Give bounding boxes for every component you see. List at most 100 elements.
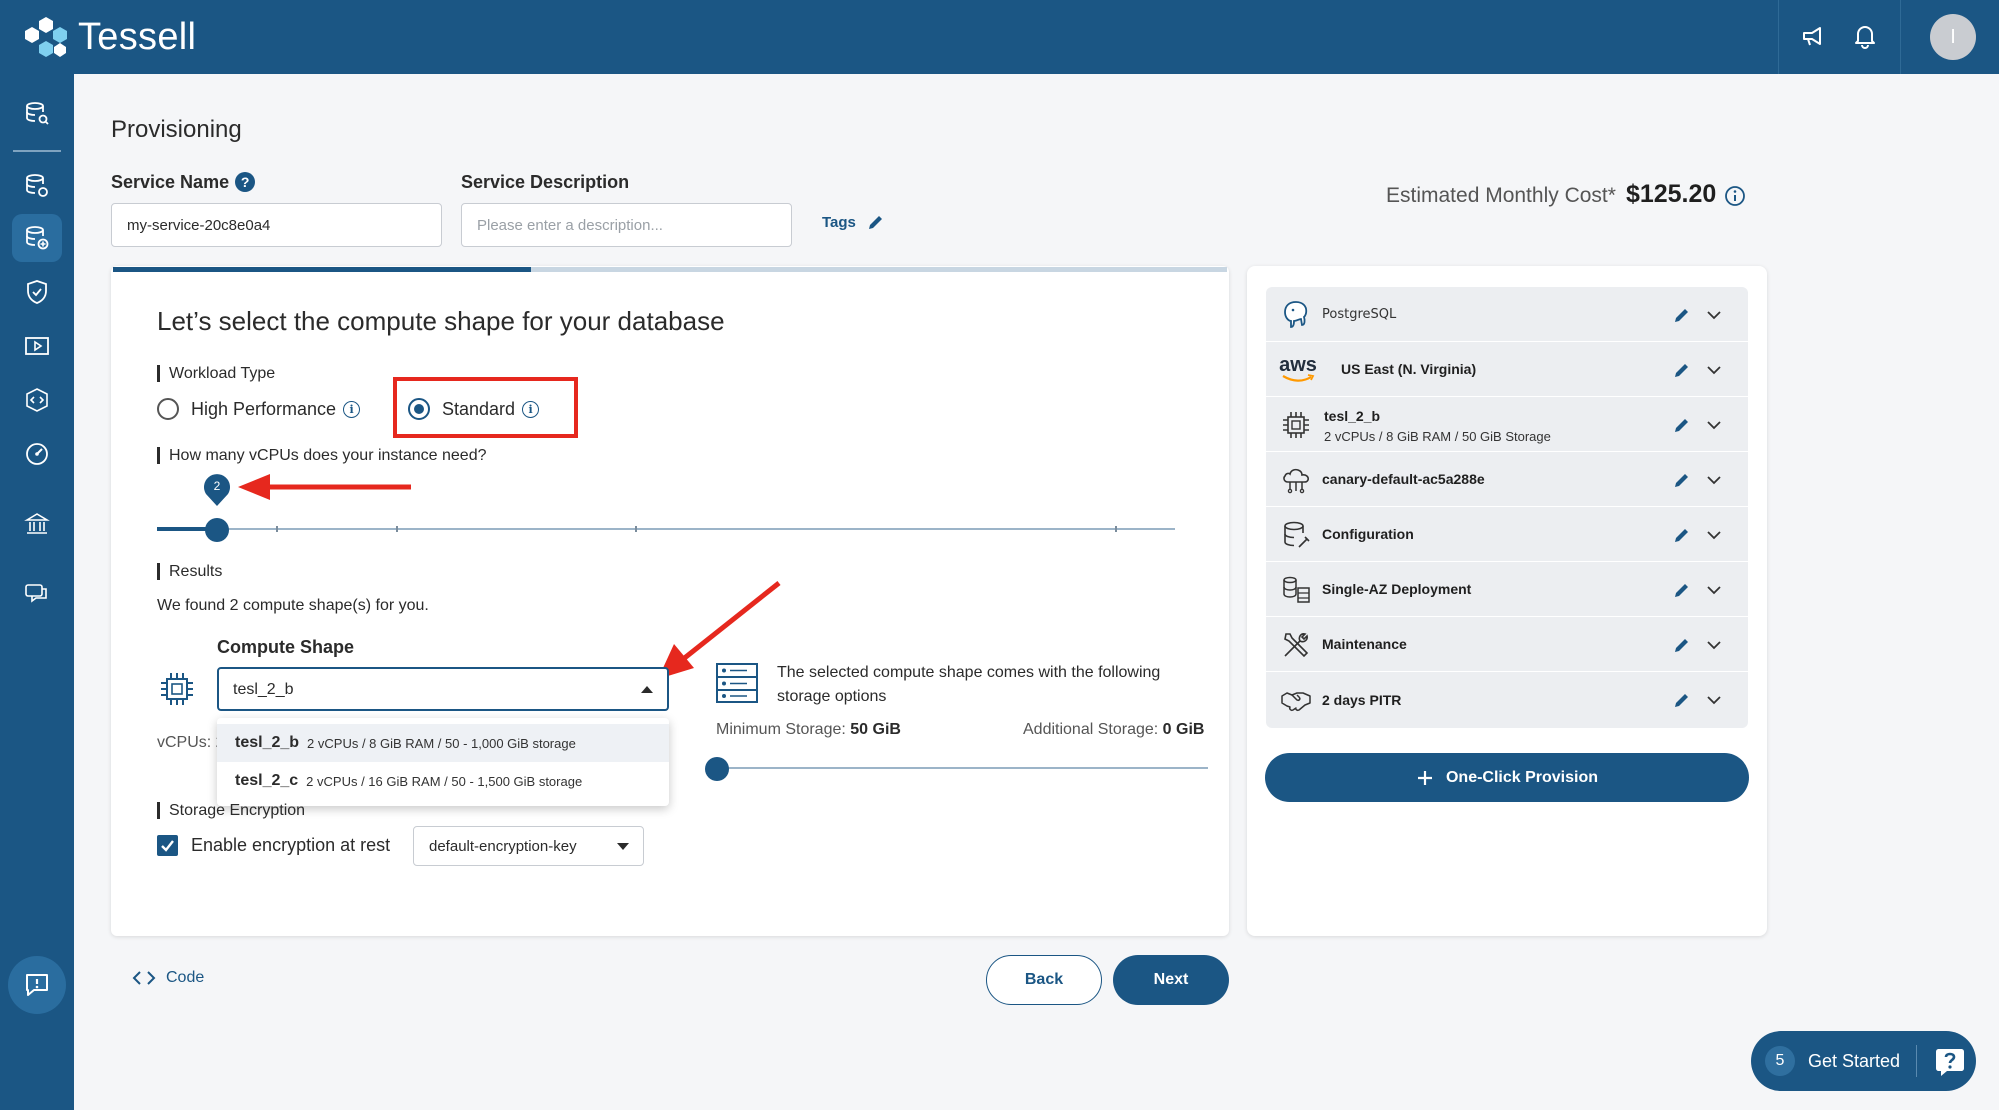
pencil-icon[interactable]: [1672, 580, 1692, 600]
slider-value-text: 2: [214, 479, 221, 493]
summary-item-title: canary-default-ac5a288e: [1322, 471, 1485, 487]
pencil-icon[interactable]: [1672, 635, 1692, 655]
summary-item-engine[interactable]: PostgreSQL: [1266, 287, 1748, 342]
additional-storage: Additional Storage: 0 GiB: [1023, 721, 1205, 738]
sidebar-item-services[interactable]: [12, 162, 62, 210]
chat-bubbles-icon: [25, 584, 47, 603]
chevron-down-icon[interactable]: [1706, 637, 1722, 653]
annotation-arrow: [238, 474, 411, 500]
summary-item-title: Maintenance: [1322, 636, 1407, 652]
sidebar-item-performance[interactable]: [12, 430, 62, 478]
checkmark-icon: [161, 840, 174, 852]
get-started-widget[interactable]: 5 Get Started: [1751, 1031, 1976, 1091]
storage-slider-thumb[interactable]: [705, 757, 729, 781]
chevron-down-icon[interactable]: [1706, 307, 1722, 323]
compute-card-title: Let’s select the compute shape for your …: [157, 306, 725, 336]
encryption-key-value: default-encryption-key: [429, 838, 577, 855]
vcpu-slider-thumb[interactable]: [205, 518, 229, 542]
code-box-icon: [26, 388, 48, 412]
database-search-icon: [26, 102, 49, 125]
summary-item-configuration[interactable]: Configuration: [1266, 507, 1748, 562]
database-add-icon: [26, 226, 49, 250]
chevron-down-icon[interactable]: [1706, 472, 1722, 488]
estimated-cost: Estimated Monthly Cost* $125.20: [1386, 180, 1716, 209]
service-description-label: Service Description: [461, 172, 630, 192]
chevron-down-icon[interactable]: [1706, 527, 1722, 543]
sidebar-item-dashboard[interactable]: [12, 90, 62, 138]
code-link[interactable]: Code: [132, 969, 204, 987]
get-started-count: 5: [1765, 1046, 1795, 1076]
compute-shape-label: Compute Shape: [217, 637, 355, 657]
storage-slider-track[interactable]: [716, 767, 1208, 769]
option-desc: 2 vCPUs / 8 GiB RAM / 50 - 1,000 GiB sto…: [307, 735, 576, 751]
back-button[interactable]: Back: [986, 955, 1102, 1005]
feedback-button[interactable]: [8, 956, 66, 1014]
option-desc: 2 vCPUs / 16 GiB RAM / 50 - 1,500 GiB st…: [306, 773, 583, 789]
get-started-divider: [1916, 1045, 1918, 1077]
summary-item-compute[interactable]: tesl_2_b 2 vCPUs / 8 GiB RAM / 50 GiB St…: [1266, 397, 1748, 452]
tools-icon: [1284, 633, 1309, 658]
summary-item-pitr[interactable]: 2 days PITR: [1266, 672, 1748, 727]
radio-button[interactable]: [157, 398, 179, 420]
help-icon[interactable]: ?: [235, 172, 256, 192]
sidebar-item-security[interactable]: [12, 268, 62, 316]
info-icon[interactable]: i: [343, 400, 361, 418]
sidebar-item-provisioning[interactable]: [12, 214, 62, 262]
slider-tick: [635, 526, 637, 532]
tessell-logo-icon: [25, 17, 67, 57]
app-logo[interactable]: Tessell: [22, 13, 196, 61]
workload-type-label: Workload Type: [157, 365, 275, 382]
workload-option-high-performance[interactable]: High Performance i: [157, 398, 361, 420]
chevron-down-icon[interactable]: [1706, 582, 1722, 598]
summary-item-maintenance[interactable]: Maintenance: [1266, 617, 1748, 672]
sidebar: [0, 74, 74, 1110]
notification-bell-icon[interactable]: [1849, 20, 1881, 52]
slider-tick: [276, 526, 278, 532]
pencil-icon[interactable]: [1672, 525, 1692, 545]
summary-item-network[interactable]: canary-default-ac5a288e: [1266, 452, 1748, 507]
user-avatar[interactable]: I: [1930, 14, 1976, 60]
results-label: Results: [157, 563, 222, 580]
option-name: tesl_2_b: [235, 734, 300, 751]
encryption-checkbox-row[interactable]: Enable encryption at rest: [157, 835, 390, 856]
vcpu-slider-track[interactable]: [157, 528, 1175, 530]
chevron-down-icon[interactable]: [1706, 692, 1722, 708]
dropdown-option[interactable]: tesl_2_c 2 vCPUs / 16 GiB RAM / 50 - 1,5…: [217, 762, 669, 800]
pencil-icon[interactable]: [1672, 415, 1692, 435]
compute-shape-value: tesl_2_b: [233, 681, 294, 698]
app-name: Tessell: [78, 15, 197, 58]
sidebar-item-governance[interactable]: [12, 500, 62, 548]
caret-up-icon: [641, 686, 653, 693]
pencil-icon[interactable]: [1672, 305, 1692, 325]
dropdown-option[interactable]: tesl_2_b 2 vCPUs / 8 GiB RAM / 50 - 1,00…: [217, 724, 669, 762]
summary-item-deployment[interactable]: Single-AZ Deployment: [1266, 562, 1748, 617]
pencil-icon[interactable]: [1672, 690, 1692, 710]
chevron-down-icon[interactable]: [1706, 417, 1722, 433]
sidebar-item-media[interactable]: [12, 322, 62, 370]
pencil-icon[interactable]: [1672, 360, 1692, 380]
summary-item-region[interactable]: aws US East (N. Virginia): [1266, 342, 1748, 397]
chip-icon: [161, 673, 193, 705]
checkbox-checked[interactable]: [157, 835, 178, 856]
summary-item-title: tesl_2_b: [1324, 408, 1381, 424]
chevron-down-icon[interactable]: [1706, 362, 1722, 378]
speedometer-icon: [26, 443, 48, 465]
tags-link[interactable]: Tags: [822, 212, 886, 232]
compute-shape-select[interactable]: tesl_2_b: [217, 667, 669, 711]
topbar-divider: [1900, 0, 1901, 74]
database-config-icon: [1284, 521, 1310, 548]
one-click-provision-button[interactable]: One-Click Provision: [1265, 753, 1749, 802]
info-icon[interactable]: [1724, 185, 1746, 207]
service-description-input[interactable]: [461, 203, 792, 247]
sidebar-item-support[interactable]: [12, 570, 62, 618]
vcpus-info: vCPUs: 2: [157, 734, 225, 751]
service-name-input[interactable]: [111, 203, 442, 247]
pencil-icon[interactable]: [1672, 470, 1692, 490]
announcement-icon[interactable]: [1797, 20, 1829, 52]
chip-icon: [1283, 412, 1309, 438]
shield-check-icon: [27, 280, 47, 304]
sidebar-item-dev[interactable]: [12, 376, 62, 424]
next-button[interactable]: Next: [1113, 955, 1229, 1005]
page-title: Provisioning: [111, 116, 242, 143]
encryption-key-select[interactable]: default-encryption-key: [413, 826, 644, 866]
